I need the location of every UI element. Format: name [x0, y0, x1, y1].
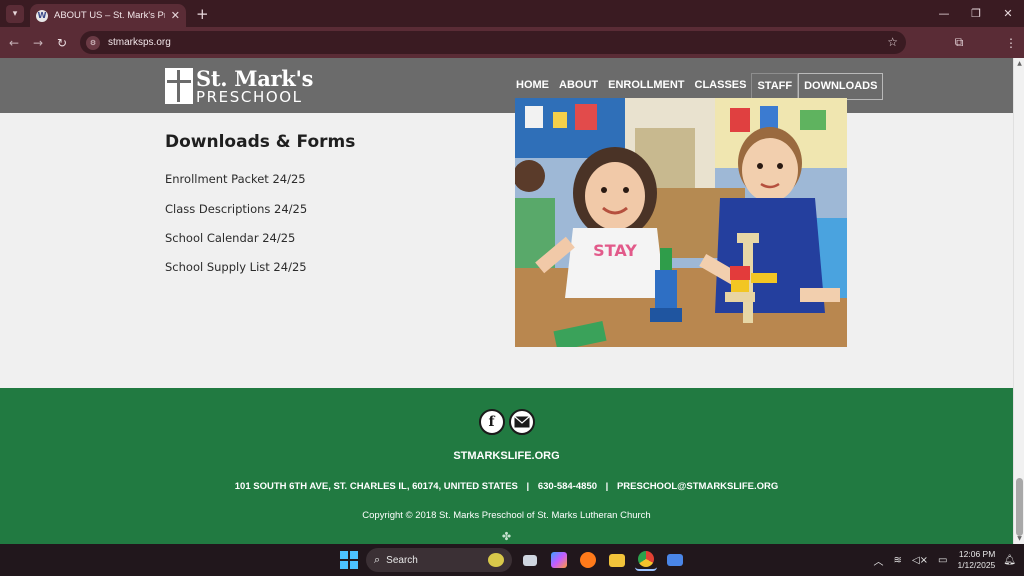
- nav-enrollment[interactable]: ENROLLMENT: [603, 73, 689, 100]
- site-footer: f STMARKSLIFE.ORG 101 SOUTH 6TH AVE, ST.…: [0, 388, 1013, 544]
- footer-phone[interactable]: 630-584-4850: [538, 481, 597, 492]
- close-window-icon[interactable]: ✕: [992, 0, 1024, 27]
- logo-subtitle: PRESCHOOL: [196, 87, 303, 106]
- star-icon[interactable]: ☆: [887, 35, 898, 49]
- toolbar-actions: ⧉ ⋮: [920, 27, 1024, 58]
- scroll-up-icon[interactable]: ▲: [1014, 60, 1024, 67]
- notification-bell-icon[interactable]: 🔔︎: [1003, 555, 1016, 566]
- email-icon[interactable]: [508, 409, 535, 435]
- copilot-icon[interactable]: [548, 549, 570, 571]
- reload-icon[interactable]: ↻: [50, 36, 74, 50]
- social-links: f: [0, 409, 1013, 435]
- chrome-icon[interactable]: [635, 549, 657, 571]
- forward-icon[interactable]: →: [26, 36, 50, 50]
- search-label: Search: [386, 554, 418, 566]
- extensions-icon[interactable]: ⧉: [946, 35, 972, 50]
- wordpress-favicon-icon: W: [36, 9, 48, 22]
- facebook-icon[interactable]: f: [478, 409, 505, 435]
- nav-downloads[interactable]: DOWNLOADS: [798, 73, 884, 100]
- site-header: St. Mark's PRESCHOOL HOME ABOUT ENROLLME…: [0, 58, 1013, 113]
- close-tab-icon[interactable]: ✕: [171, 9, 180, 22]
- battery-icon[interactable]: ▭: [938, 555, 947, 566]
- clock-date: 1/12/2025: [957, 560, 996, 570]
- file-explorer-icon[interactable]: [606, 549, 628, 571]
- search-highlight-icon: [488, 553, 504, 567]
- browser-toolbar: ← → ↻ ⚙ stmarksps.org ☆ ⧉ ⋮: [0, 27, 1024, 58]
- children-classroom-photo: STAY: [515, 98, 847, 347]
- remote-desktop-icon[interactable]: [664, 549, 686, 571]
- site-info-icon[interactable]: ⚙: [86, 35, 100, 50]
- tab-list-icon[interactable]: ▾: [6, 4, 24, 23]
- svg-text:STAY: STAY: [593, 241, 637, 260]
- photo-illustration: STAY: [515, 98, 847, 347]
- browser-tab-active[interactable]: W ABOUT US – St. Mark's Preschool ✕: [30, 4, 186, 27]
- main-nav: HOME ABOUT ENROLLMENT CLASSES STAFF DOWN…: [511, 73, 884, 100]
- footer-separator: |: [605, 481, 609, 492]
- search-icon: ⌕: [374, 553, 381, 566]
- menu-icon[interactable]: ⋮: [998, 36, 1024, 50]
- download-link-supply-list[interactable]: School Supply List 24/25: [165, 260, 307, 274]
- address-bar[interactable]: ⚙ stmarksps.org ☆: [80, 31, 906, 54]
- page-viewport: St. Mark's PRESCHOOL HOME ABOUT ENROLLME…: [0, 58, 1013, 544]
- taskbar-apps: ⌕ Search: [340, 548, 686, 572]
- url-text[interactable]: stmarksps.org: [108, 37, 171, 48]
- downloads-heading: Downloads & Forms: [165, 132, 356, 152]
- cross-logo-icon: [165, 68, 193, 104]
- site-logo[interactable]: St. Mark's PRESCHOOL: [165, 65, 314, 106]
- logo-name: St. Mark's: [196, 65, 314, 91]
- back-icon[interactable]: ←: [2, 36, 26, 50]
- wifi-icon[interactable]: ≋: [894, 555, 902, 566]
- fish-symbol-icon: ✤: [501, 531, 512, 543]
- firefox-icon[interactable]: [577, 549, 599, 571]
- taskbar-clock[interactable]: 12:06 PM 1/12/2025: [957, 549, 995, 572]
- chevron-up-icon[interactable]: ︿: [874, 553, 884, 568]
- download-link-enrollment-packet[interactable]: Enrollment Packet 24/25: [165, 172, 306, 186]
- taskbar-search[interactable]: ⌕ Search: [366, 548, 512, 572]
- clock-time: 12:06 PM: [958, 548, 996, 559]
- scroll-down-icon[interactable]: ▼: [1014, 535, 1024, 542]
- download-link-class-descriptions[interactable]: Class Descriptions 24/25: [165, 202, 307, 216]
- new-tab-icon[interactable]: +: [196, 5, 209, 23]
- task-view-icon[interactable]: [519, 549, 541, 571]
- tab-title: ABOUT US – St. Mark's Preschool: [54, 10, 165, 21]
- window-controls: — ❐ ✕: [928, 0, 1024, 27]
- page-scrollbar[interactable]: ▲ ▼: [1013, 58, 1024, 544]
- windows-taskbar: ⌕ Search ︿ ≋ ◁× ▭ 12:06 PM 1/12/2025 🔔︎: [0, 544, 1024, 576]
- footer-email[interactable]: PRESCHOOL@STMARKSLIFE.ORG: [617, 481, 778, 492]
- scrollbar-thumb[interactable]: [1016, 478, 1023, 536]
- footer-copyright: Copyright © 2018 St. Marks Preschool of …: [362, 510, 651, 521]
- browser-tab-bar: ▾ W ABOUT US – St. Mark's Preschool ✕ + …: [0, 0, 1024, 27]
- nav-home[interactable]: HOME: [511, 73, 554, 100]
- nav-about[interactable]: ABOUT: [554, 73, 603, 100]
- system-tray: ︿ ≋ ◁× ▭ 12:06 PM 1/12/2025 🔔︎: [874, 544, 1024, 576]
- download-link-school-calendar[interactable]: School Calendar 24/25: [165, 231, 295, 245]
- volume-muted-icon[interactable]: ◁×: [912, 555, 928, 566]
- nav-classes[interactable]: CLASSES: [690, 73, 752, 100]
- windows-start-icon[interactable]: [340, 551, 358, 569]
- restore-icon[interactable]: ❐: [960, 0, 992, 27]
- footer-contact-line: 101 SOUTH 6TH AVE, ST. CHARLES IL, 60174…: [0, 481, 1013, 492]
- minimize-icon[interactable]: —: [928, 0, 960, 27]
- footer-separator: |: [526, 481, 530, 492]
- footer-address: 101 SOUTH 6TH AVE, ST. CHARLES IL, 60174…: [234, 481, 518, 492]
- footer-website-link[interactable]: STMARKSLIFE.ORG: [0, 450, 1013, 462]
- nav-staff[interactable]: STAFF: [751, 73, 799, 100]
